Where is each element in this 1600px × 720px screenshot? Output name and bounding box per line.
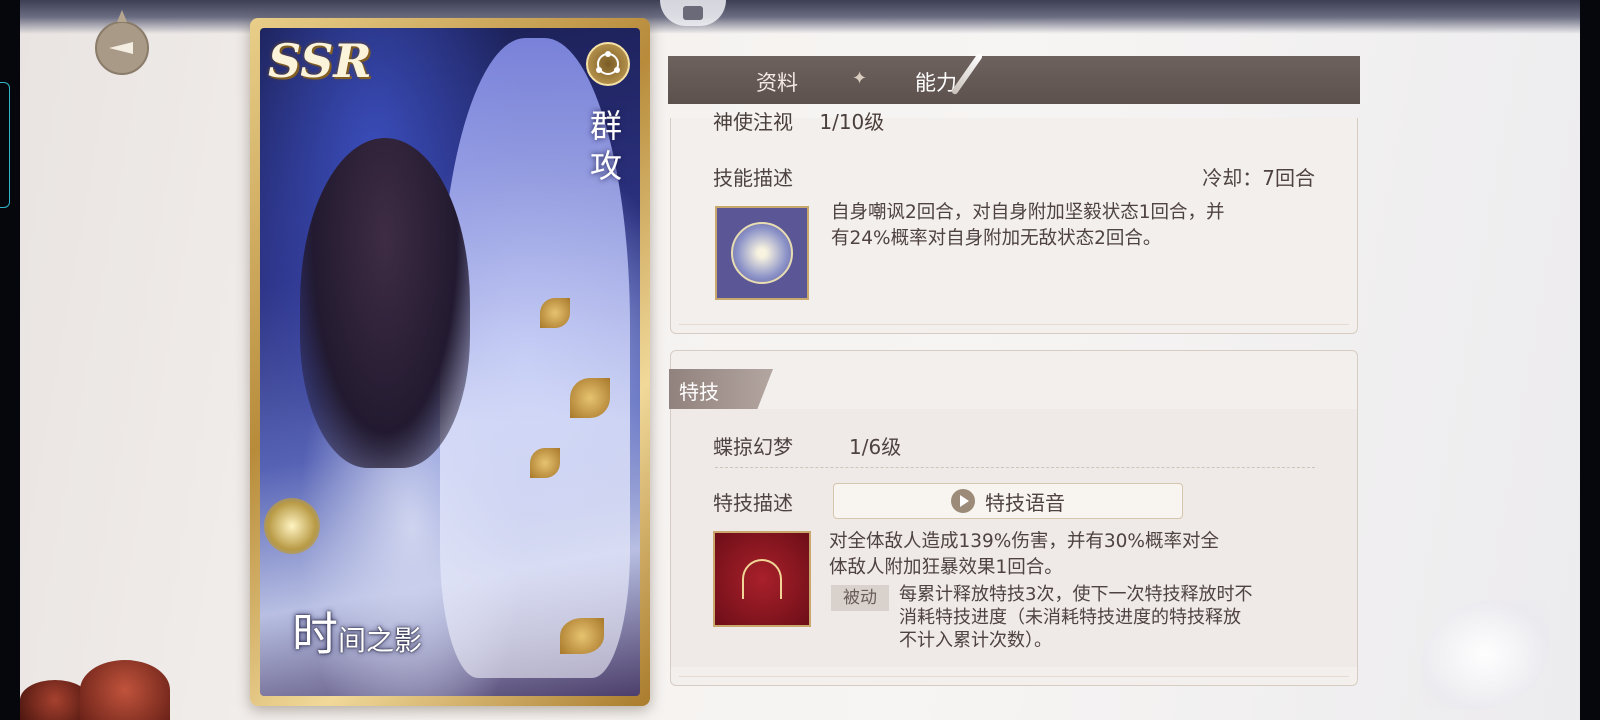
- attack-type-icon: [586, 42, 630, 86]
- attack-type-label: 群攻: [589, 107, 622, 185]
- skill-panel: 神使注视 1/10级 技能描述 冷却：7回合 自身嘲讽2回合，对自身附加坚毅状态…: [670, 110, 1358, 334]
- card-artwork: SSR 群攻 时间之影: [260, 28, 640, 696]
- ultimate-desc-label: 特技描述: [713, 491, 793, 515]
- ultimate-description-line: 体敌人附加狂暴效果1回合。: [829, 557, 1063, 578]
- side-handle[interactable]: [0, 82, 10, 208]
- dashed-divider: [715, 467, 1315, 468]
- left-screen-edge: [0, 0, 20, 720]
- angel-icon: [731, 222, 793, 284]
- skill-description-line: 自身嘲讽2回合，对自身附加坚毅状态1回合，并: [831, 202, 1225, 223]
- passive-tag: 被动: [831, 585, 889, 611]
- passive-description: 每累计释放特技3次，使下一次特技释放时不 消耗特技进度（未消耗特技进度的特技释放…: [899, 583, 1252, 652]
- tab-ability[interactable]: 能力: [915, 67, 957, 97]
- passive-description-line: 消耗特技进度（未消耗特技进度的特技释放: [899, 607, 1241, 628]
- skill-icon[interactable]: [715, 206, 809, 300]
- skill-description-line: 有24%概率对自身附加无敌状态2回合。: [831, 228, 1162, 249]
- right-screen-edge: [1580, 0, 1600, 720]
- skill-desc-label: 技能描述: [713, 166, 793, 190]
- ultimate-icon[interactable]: [713, 531, 811, 627]
- gold-butterfly: [530, 448, 560, 478]
- ultimate-section-tab: 特技: [669, 369, 773, 409]
- tab-separator-icon: ✦: [852, 68, 868, 89]
- card-name-rest: 间之影: [338, 624, 423, 657]
- glowing-orb: [264, 498, 320, 554]
- puzzle-icon: [683, 6, 703, 20]
- skill-name-row: 神使注视 1/10级: [713, 106, 884, 135]
- butterfly-decoration: [1420, 600, 1550, 710]
- back-button[interactable]: [83, 10, 161, 76]
- card-name: 时间之影: [292, 598, 492, 661]
- voice-button-label: 特技语音: [985, 490, 1065, 515]
- play-icon: [951, 489, 975, 513]
- skill-level: 1/10级: [819, 110, 885, 134]
- gold-butterfly: [570, 378, 610, 418]
- back-icon: [95, 10, 149, 75]
- scales-icon: [742, 559, 782, 599]
- ultimate-voice-button[interactable]: 特技语音: [833, 483, 1183, 519]
- ultimate-panel: 特技 蝶掠幻梦 1/6级 特技描述 特技语音 对全体敌人造成139%伤害，并有3…: [669, 350, 1358, 686]
- ultimate-level: 1/6级: [849, 435, 902, 459]
- dark-haired-figure: [300, 138, 470, 468]
- character-card[interactable]: SSR 群攻 时间之影: [250, 18, 650, 706]
- gold-butterfly: [560, 618, 604, 654]
- rarity-badge: SSR: [268, 34, 372, 88]
- skill-name: 神使注视: [713, 110, 793, 134]
- cooldown-text: 冷却：7回合: [1202, 166, 1315, 190]
- gold-butterfly: [540, 298, 570, 328]
- ultimate-section-label: 特技: [679, 380, 719, 404]
- skill-description: 自身嘲讽2回合，对自身附加坚毅状态1回合，并 有24%概率对自身附加无敌状态2回…: [831, 200, 1225, 252]
- divider: [679, 324, 1349, 325]
- tab-info[interactable]: 资料: [756, 67, 798, 97]
- tab-bar: 资料 ✦ 能力: [668, 52, 1360, 104]
- card-name-first: 时: [292, 607, 338, 661]
- passive-description-line: 不计入累计次数）。: [899, 630, 1052, 651]
- ultimate-description: 对全体敌人造成139%伤害，并有30%概率对全 体敌人附加狂暴效果1回合。: [829, 529, 1219, 581]
- passive-description-line: 每累计释放特技3次，使下一次特技释放时不: [899, 584, 1253, 605]
- rose-decoration: [80, 660, 170, 720]
- ultimate-name: 蝶掠幻梦: [713, 435, 793, 459]
- divider: [679, 676, 1349, 677]
- ultimate-description-line: 对全体敌人造成139%伤害，并有30%概率对全: [829, 531, 1220, 552]
